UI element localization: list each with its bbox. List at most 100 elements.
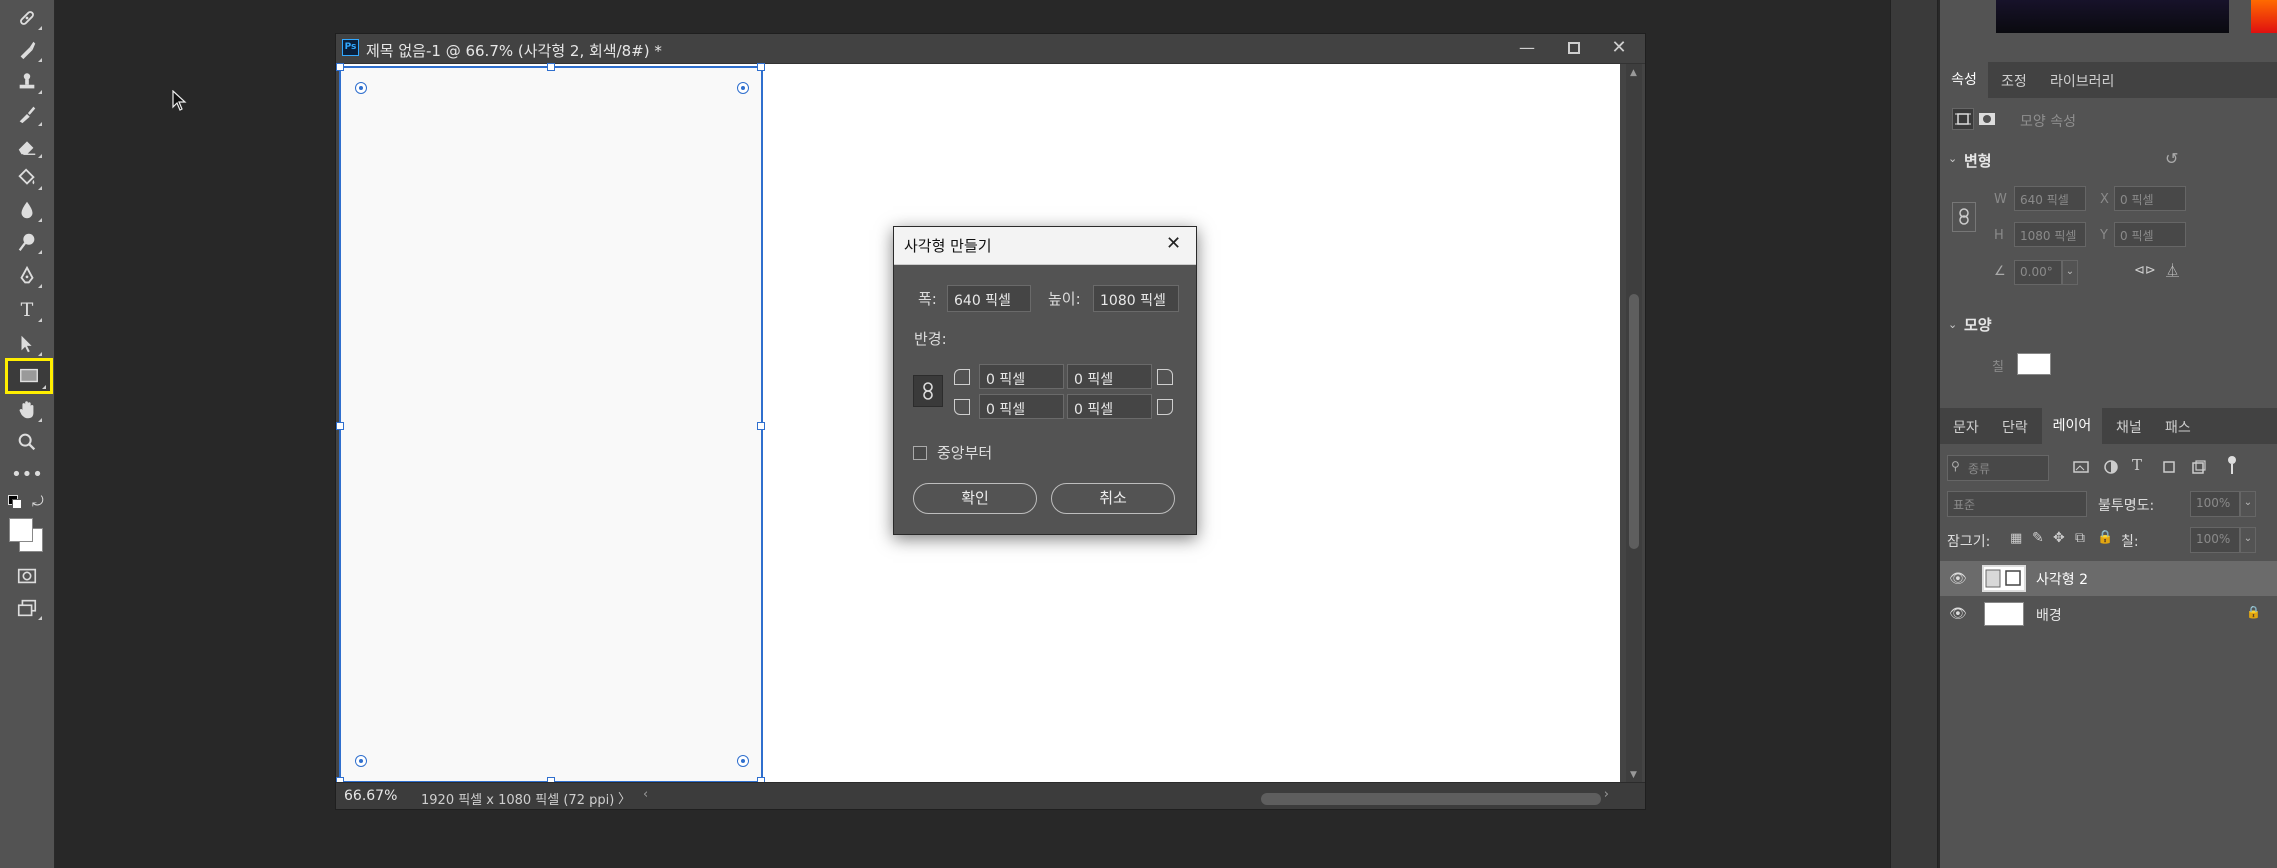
vertical-scroll-thumb[interactable]	[1629, 294, 1639, 549]
layer-filter-select[interactable]: 종류	[1947, 455, 2049, 481]
visibility-eye-icon[interactable]: 👁	[1949, 606, 1967, 622]
angle-input[interactable]: 0.00°	[2014, 260, 2062, 285]
cancel-button[interactable]: 취소	[1051, 483, 1175, 514]
flip-vertical-icon[interactable]: ⏅	[2166, 260, 2179, 279]
foreground-color-swatch[interactable]	[9, 518, 33, 542]
tab-channels[interactable]: 채널	[2116, 417, 2142, 437]
hand-tool-icon[interactable]	[8, 396, 46, 424]
quick-mask-icon[interactable]	[8, 562, 46, 590]
status-menu-icon[interactable]: 〉	[618, 788, 631, 807]
corner-radius-widget[interactable]	[355, 755, 367, 767]
paint-bucket-tool-icon[interactable]	[8, 164, 46, 192]
w-input[interactable]: 640 픽셀	[2014, 186, 2086, 211]
radius-top-right-input[interactable]: 0 픽셀	[1067, 364, 1152, 389]
blend-mode-select[interactable]: 표준	[1947, 491, 2087, 517]
path-selection-tool-icon[interactable]	[8, 330, 46, 358]
flip-horizontal-icon[interactable]: ⊲⊳	[2134, 263, 2156, 278]
transform-handle[interactable]	[757, 422, 765, 430]
transform-handle[interactable]	[757, 63, 765, 71]
swap-colors-icon[interactable]: ⤾	[32, 494, 44, 510]
ok-button[interactable]: 확인	[913, 483, 1037, 514]
shape-properties-icon[interactable]	[1952, 108, 1974, 130]
layer-row[interactable]: 👁 배경 🔒	[1940, 596, 2277, 631]
chevron-down-icon[interactable]: ⌄	[1948, 318, 1957, 331]
mask-properties-icon[interactable]	[1976, 108, 1998, 130]
opacity-input[interactable]: 100%	[2190, 491, 2240, 517]
corner-radius-widget[interactable]	[737, 755, 749, 767]
maximize-icon[interactable]	[1562, 38, 1586, 58]
dialog-close-icon[interactable]: ✕	[1166, 233, 1181, 254]
angle-dropdown-icon[interactable]: ⌄	[2062, 260, 2078, 285]
vertical-scrollbar[interactable]: ▲ ▼	[1626, 64, 1642, 784]
scroll-right-icon[interactable]: ›	[1604, 787, 1609, 802]
tab-paths[interactable]: 패스	[2165, 417, 2191, 437]
rectangle-tool-icon[interactable]	[5, 358, 53, 394]
default-colors-icon[interactable]	[8, 495, 22, 509]
type-tool-icon[interactable]: T	[8, 296, 46, 324]
radius-top-left-input[interactable]: 0 픽셀	[979, 364, 1064, 389]
lock-transparent-pixels-icon[interactable]: ▦	[2010, 531, 2022, 546]
radius-bottom-right-input[interactable]: 0 픽셀	[1067, 394, 1152, 419]
history-brush-tool-icon[interactable]	[8, 100, 46, 128]
scroll-up-icon[interactable]: ▲	[1630, 68, 1637, 78]
chevron-down-icon[interactable]: ⌄	[1948, 152, 1957, 165]
filter-adjustment-layers-icon[interactable]	[2102, 458, 2120, 476]
tab-libraries[interactable]: 라이브러리	[2050, 71, 2114, 91]
healing-brush-tool-icon[interactable]	[8, 4, 46, 32]
filter-shape-layers-icon[interactable]	[2160, 458, 2178, 476]
blur-tool-icon[interactable]	[8, 196, 46, 224]
scroll-left-icon[interactable]: ‹	[643, 787, 648, 802]
scroll-down-icon[interactable]: ▼	[1630, 770, 1637, 780]
transform-handle[interactable]	[336, 422, 344, 430]
tab-character[interactable]: 문자	[1953, 417, 1979, 437]
tab-layers[interactable]: 레이어	[2042, 408, 2102, 444]
radius-bottom-left-input[interactable]: 0 픽셀	[979, 394, 1064, 419]
y-input[interactable]: 0 픽셀	[2114, 222, 2186, 247]
hue-slider[interactable]	[2251, 0, 2277, 33]
lock-image-pixels-icon[interactable]: ✎	[2032, 530, 2044, 546]
h-input[interactable]: 1080 픽셀	[2014, 222, 2086, 247]
corner-radius-widget[interactable]	[355, 82, 367, 94]
tab-adjustments[interactable]: 조정	[2001, 71, 2027, 91]
rectangle-shape[interactable]	[336, 63, 765, 785]
tab-paragraph[interactable]: 단락	[2002, 417, 2028, 437]
fill-opacity-dropdown-icon[interactable]: ⌄	[2240, 527, 2256, 553]
reset-transform-icon[interactable]: ↺	[2165, 149, 2178, 168]
document-title-bar[interactable]: Ps 제목 없음-1 @ 66.7% (사각형 2, 회색/8#) * — ✕	[336, 34, 1645, 64]
x-input[interactable]: 0 픽셀	[2114, 186, 2186, 211]
lock-all-icon[interactable]: 🔒	[2097, 530, 2113, 545]
height-input[interactable]: 1080 픽셀	[1093, 285, 1179, 312]
transform-handle[interactable]	[336, 63, 344, 71]
clone-stamp-tool-icon[interactable]	[8, 68, 46, 96]
color-picker-field[interactable]	[1996, 0, 2229, 33]
close-window-icon[interactable]: ✕	[1607, 38, 1631, 58]
fill-color-swatch[interactable]	[2017, 353, 2051, 375]
transform-handle[interactable]	[547, 63, 555, 71]
filter-smart-objects-icon[interactable]	[2190, 458, 2208, 476]
from-center-checkbox[interactable]	[913, 446, 927, 460]
brush-tool-icon[interactable]	[8, 36, 46, 64]
link-dimensions-icon[interactable]	[1952, 202, 1976, 232]
link-radius-icon[interactable]	[913, 375, 943, 407]
more-tools-icon[interactable]: •••	[8, 460, 46, 488]
zoom-level[interactable]: 66.67%	[344, 788, 397, 804]
filter-toggle-icon[interactable]	[2228, 456, 2236, 464]
zoom-tool-icon[interactable]	[8, 428, 46, 456]
lock-position-icon[interactable]: ✥	[2053, 530, 2065, 546]
filter-type-layers-icon[interactable]: T	[2132, 456, 2142, 474]
layer-row-selected[interactable]: 👁 사각형 2	[1940, 561, 2277, 596]
dodge-tool-icon[interactable]	[8, 228, 46, 256]
visibility-eye-icon[interactable]: 👁	[1949, 571, 1967, 587]
minimize-icon[interactable]: —	[1515, 38, 1539, 58]
filter-pixel-layers-icon[interactable]	[2072, 458, 2090, 476]
horizontal-scrollbar[interactable]: ‹ ›	[641, 786, 1611, 806]
width-input[interactable]: 640 픽셀	[947, 285, 1031, 312]
screen-mode-icon[interactable]	[8, 594, 46, 622]
tab-properties[interactable]: 속성	[1940, 62, 1988, 98]
eraser-tool-icon[interactable]	[8, 132, 46, 160]
pen-tool-icon[interactable]	[8, 262, 46, 290]
horizontal-scroll-thumb[interactable]	[1261, 793, 1601, 805]
lock-artboard-icon[interactable]: ⧉	[2075, 530, 2085, 546]
opacity-dropdown-icon[interactable]: ⌄	[2240, 491, 2256, 517]
fill-opacity-input[interactable]: 100%	[2190, 527, 2240, 553]
